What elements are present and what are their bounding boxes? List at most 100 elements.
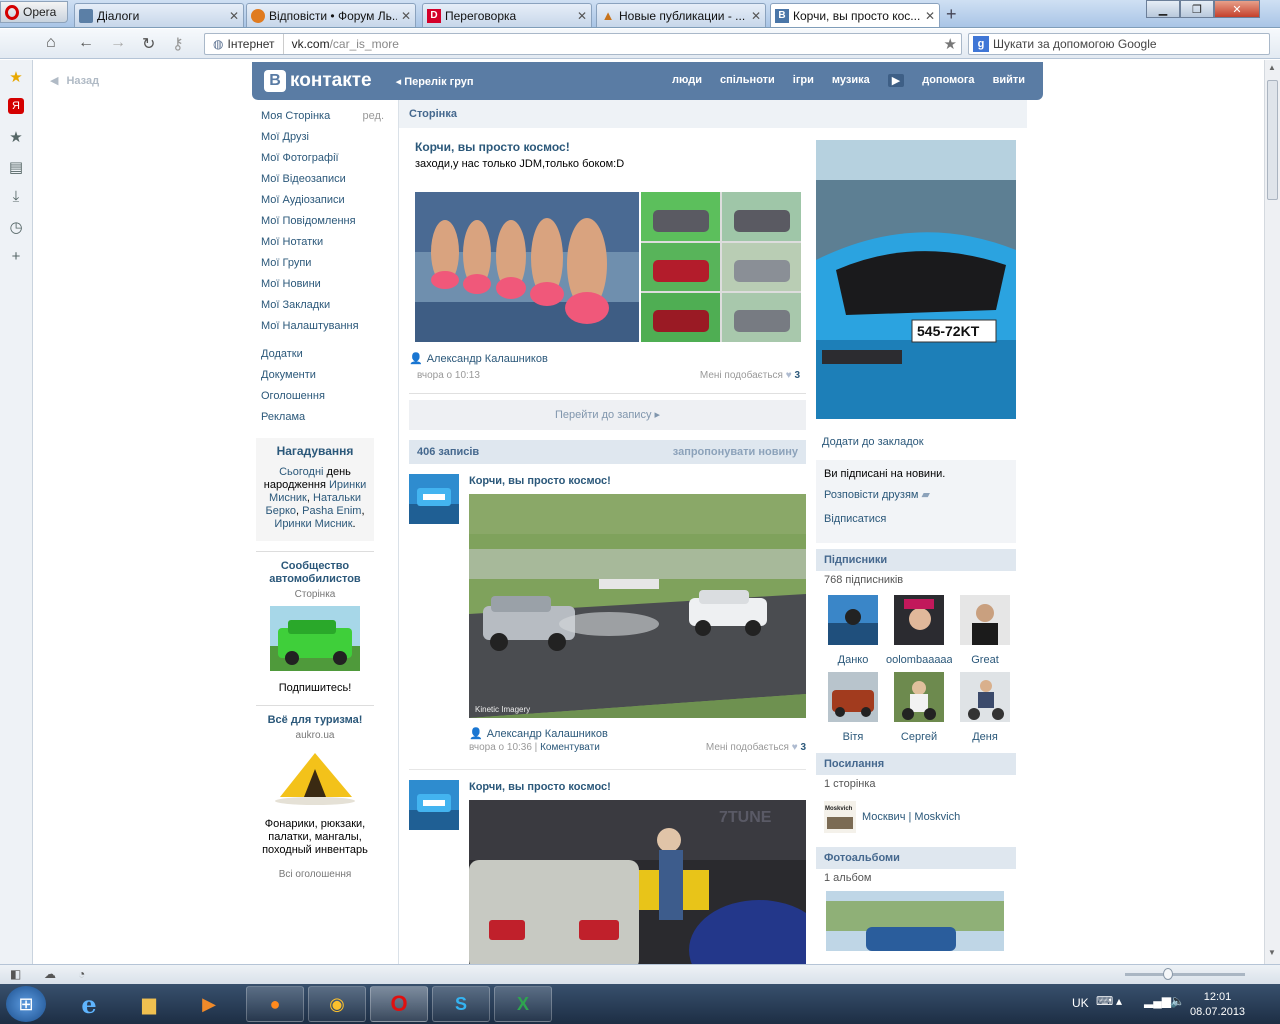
menu-my-groups[interactable]: Мої Групи <box>252 253 398 274</box>
post-author[interactable]: 👤 Александр Калашников <box>469 727 806 741</box>
menu-classifieds[interactable]: Оголошення <box>252 386 398 407</box>
vk-logo[interactable]: В контакте <box>264 70 372 92</box>
favorites-star-icon[interactable]: ★ <box>8 128 24 146</box>
close-window-icon[interactable]: ✕ <box>1214 0 1260 18</box>
menu-my-audio[interactable]: Мої Аудіозаписи <box>252 190 398 211</box>
close-tab-icon[interactable]: ✕ <box>751 9 761 23</box>
link-item[interactable]: Moskvich Москвич | Moskvich <box>816 793 1016 841</box>
close-tab-icon[interactable]: ✕ <box>925 9 935 23</box>
back-arrow-icon[interactable]: ← <box>78 34 94 52</box>
fixed-post-photo-cars-collage[interactable] <box>641 192 801 342</box>
menu-my-page[interactable]: Моя Сторінка ред. <box>252 106 398 127</box>
subscriber-avatar[interactable] <box>894 672 944 722</box>
add-panel-icon[interactable]: + <box>8 248 24 265</box>
search-input[interactable]: Шукати за допомогою Google <box>993 37 1157 51</box>
menu-my-settings[interactable]: Мої Налаштування <box>252 316 398 337</box>
tray-expand-icon[interactable]: ▴ <box>1116 994 1122 1008</box>
bookmarks-star-icon[interactable]: ★ <box>8 68 24 86</box>
subscriber-avatar[interactable] <box>828 672 878 722</box>
like-button[interactable]: Мені подобається ♥ 3 <box>700 370 800 381</box>
subscriber-item[interactable]: Great <box>952 595 1018 666</box>
go-to-post-button[interactable]: Перейти до запису ▸ <box>409 400 806 430</box>
menu-ads[interactable]: Реклама <box>252 407 398 428</box>
nav-people[interactable]: люди <box>672 74 702 87</box>
menu-my-news[interactable]: Мої Новини <box>252 274 398 295</box>
birthday-name-link[interactable]: Иринки Мисник <box>274 518 352 530</box>
wall-post-count[interactable]: 406 записів <box>417 440 479 464</box>
subscriber-item[interactable]: Данко <box>820 595 886 666</box>
reload-icon[interactable]: ↻ <box>142 34 155 54</box>
author-name[interactable]: Александр Калашников <box>427 353 548 365</box>
post-title[interactable]: Корчи, вы просто космос! <box>469 780 806 800</box>
clock[interactable]: 12:01 08.07.2013 <box>1190 990 1245 1020</box>
menu-apps[interactable]: Додатки <box>252 344 398 365</box>
subscriber-name[interactable]: Сергей <box>886 731 952 743</box>
add-to-bookmarks-link[interactable]: Додати до закладок <box>822 436 1016 448</box>
group-avatar-photo[interactable]: 545-72KT <box>816 140 1016 419</box>
link-name[interactable]: Москвич | Moskvich <box>862 811 960 823</box>
zoom-slider-knob[interactable] <box>1163 968 1173 980</box>
menu-my-messages[interactable]: Мої Повідомлення <box>252 211 398 232</box>
subscriber-name[interactable]: Great <box>952 654 1018 666</box>
nav-games[interactable]: ігри <box>793 74 814 87</box>
url-text[interactable]: vk.com/car_is_more <box>284 37 399 51</box>
author-name[interactable]: Александр Калашников <box>487 728 608 740</box>
nav-logout[interactable]: вийти <box>993 74 1025 87</box>
security-badge[interactable]: ◍ Інтернет <box>205 34 284 54</box>
album-cover-photo[interactable] <box>826 891 1004 951</box>
subscriber-name[interactable]: Деня <box>952 731 1018 743</box>
nav-communities[interactable]: спільноти <box>720 74 775 87</box>
post-time[interactable]: вчора о 10:36 <box>469 742 532 753</box>
fixed-post-time[interactable]: вчора о 10:13 <box>417 370 480 381</box>
suggest-news-link[interactable]: запропонувати новину <box>673 440 798 464</box>
search-bar[interactable]: g Шукати за допомогою Google <box>968 33 1270 55</box>
subscriber-avatar[interactable] <box>894 595 944 645</box>
downloads-icon[interactable]: ⤓ <box>8 188 24 205</box>
menu-my-videos[interactable]: Мої Відеозаписи <box>252 169 398 190</box>
all-ads-link[interactable]: Всі оголошення <box>256 869 374 880</box>
moskvich-logo[interactable]: Moskvich <box>824 801 856 833</box>
firefox-icon[interactable]: ● <box>246 986 304 1022</box>
close-tab-icon[interactable]: ✕ <box>577 9 587 23</box>
scroll-up-icon[interactable]: ▲ <box>1268 63 1276 72</box>
fixed-post-photo-girls[interactable] <box>415 192 639 342</box>
tab-dialogs[interactable]: Діалоги ✕ <box>74 3 244 27</box>
excel-icon[interactable]: X <box>494 986 552 1022</box>
ad-tent-image[interactable] <box>270 747 360 807</box>
post-photo-drift[interactable]: Kinetic Imagery <box>469 494 806 718</box>
comment-link[interactable]: Коментувати <box>540 742 600 753</box>
turbo-gauge-icon[interactable]: ◔ <box>78 967 85 981</box>
media-player-icon[interactable]: ▶ <box>180 986 238 1022</box>
fixed-post-author[interactable]: 👤 Александр Калашников <box>409 352 800 366</box>
subscriber-item[interactable]: Сергей <box>886 672 952 743</box>
subscriber-item[interactable]: oolombaaaaaa <box>886 595 952 666</box>
subscriber-name[interactable]: Вітя <box>820 731 886 743</box>
subscriber-item[interactable]: Вітя <box>820 672 886 743</box>
opera-unite-cloud-icon[interactable]: ☁ <box>44 967 56 981</box>
reminder-today-link[interactable]: Сьогодні <box>279 466 323 478</box>
links-header[interactable]: Посилання <box>816 753 1016 775</box>
address-bar[interactable]: ◍ Інтернет vk.com/car_is_more ★ <box>204 33 962 55</box>
subscribers-count[interactable]: 768 підписників <box>816 571 1016 589</box>
opera-menu-button[interactable]: Opera <box>0 1 68 23</box>
menu-documents[interactable]: Документи <box>252 365 398 386</box>
menu-my-photos[interactable]: Мої Фотографії <box>252 148 398 169</box>
notes-icon[interactable]: ▤ <box>8 158 24 176</box>
birthday-name-link[interactable]: Pasha Enim <box>302 505 361 517</box>
post-title[interactable]: Корчи, вы просто космос! <box>469 474 806 494</box>
history-clock-icon[interactable]: ◷ <box>8 218 24 236</box>
back-link[interactable]: ◀ Назад <box>50 74 99 88</box>
keyboard-icon[interactable]: ⌨ <box>1096 994 1113 1008</box>
skype-icon[interactable]: S <box>432 986 490 1022</box>
scroll-down-icon[interactable]: ▼ <box>1268 948 1276 957</box>
post-author-avatar[interactable] <box>409 780 459 830</box>
subscriber-name[interactable]: Данко <box>820 654 886 666</box>
ad-tourism[interactable]: Всё для туризма! aukro.ua Фонарики, рюкз… <box>256 705 374 857</box>
subscribers-header[interactable]: Підписники <box>816 549 1016 571</box>
language-indicator[interactable]: UK <box>1072 996 1089 1010</box>
panel-toggle-icon[interactable]: ◧ <box>10 967 21 981</box>
menu-my-friends[interactable]: Мої Друзі <box>252 127 398 148</box>
tab-forum[interactable]: Відповісти • Форум Ль... ✕ <box>246 3 416 27</box>
volume-icon[interactable]: 🔈 <box>1170 994 1185 1008</box>
nav-help[interactable]: допомога <box>922 74 974 87</box>
